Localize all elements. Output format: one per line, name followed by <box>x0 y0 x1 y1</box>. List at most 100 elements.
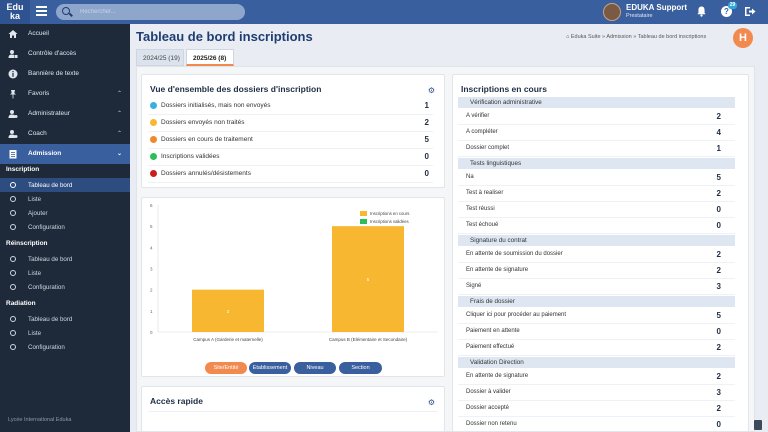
sub-reinscription-configuration[interactable]: Configuration <box>0 280 130 294</box>
sidebar-item-label: Contrôle d'accès <box>28 50 77 57</box>
chart-filter-section-button[interactable]: Section <box>339 362 382 374</box>
sub-inscription-configuration[interactable]: Configuration <box>0 220 130 234</box>
overview-row-label: Dossiers envoyés non traités <box>161 119 245 126</box>
sub-inscription-ajouter[interactable]: Ajouter <box>0 206 130 220</box>
status-row[interactable]: Paiement en attente 0 <box>458 324 735 340</box>
chart-filter-niveau-button[interactable]: Niveau <box>294 362 336 374</box>
cogs-icon[interactable]: ⚙ <box>428 86 435 95</box>
sidebar-item-coach[interactable]: Coach ⌃ <box>0 124 130 144</box>
sub-radiation-configuration[interactable]: Configuration <box>0 340 130 354</box>
help-bubble-button[interactable]: H <box>733 28 753 48</box>
breadcrumb[interactable]: ⌂ Eduka Suite » Admission » Tableau de b… <box>566 34 706 40</box>
sub-radiation-tableau[interactable]: Tableau de bord <box>0 312 130 326</box>
inscriptions-title: Inscriptions en cours <box>461 84 547 94</box>
chart-filter-etablissement-button[interactable]: Etablissement <box>249 362 291 374</box>
status-row[interactable]: Cliquer ici pour procéder au paiement 5 <box>458 308 735 324</box>
user-cog-icon <box>8 130 18 138</box>
calculator-icon[interactable] <box>754 420 762 430</box>
y-tick-label: 0 <box>150 330 153 335</box>
help-badge: 29 <box>728 2 737 9</box>
status-row[interactable]: Test à realiser 2 <box>458 186 735 202</box>
status-row[interactable]: Na 5 <box>458 170 735 186</box>
status-row[interactable]: Dossier complet 1 <box>458 141 735 157</box>
sub-label: Liste <box>28 329 42 337</box>
sidebar-item-label: Coach <box>28 130 47 137</box>
status-row-label: Test à realiser <box>466 190 504 196</box>
user-cog-icon <box>8 110 18 118</box>
y-tick-label: 6 <box>150 203 153 208</box>
search-input[interactable] <box>80 6 240 18</box>
pin-icon <box>10 90 16 99</box>
overview-row[interactable]: Dossiers en cours de traitement 5 <box>148 132 433 149</box>
chart-filter-site-button[interactable]: Site/Entité <box>205 362 247 374</box>
bell-icon[interactable] <box>697 6 706 17</box>
status-row[interactable]: Dossier à valider 3 <box>458 385 735 401</box>
overview-row[interactable]: Inscriptions validées 0 <box>148 149 433 166</box>
status-row-label: Dossier non retenu <box>466 421 517 427</box>
status-row[interactable]: A vérifier 2 <box>458 109 735 125</box>
logout-icon[interactable] <box>744 6 756 17</box>
overview-row-label: Dossiers annulés/désistements <box>161 170 251 177</box>
status-row-value: 4 <box>716 128 721 137</box>
sidebar-item-admission[interactable]: Admission ⌄ <box>0 144 130 164</box>
status-row[interactable]: Dossier non retenu 0 <box>458 417 735 432</box>
status-row-label: Dossier accepté <box>466 405 510 411</box>
sub-inscription-tableau[interactable]: Tableau de bord <box>0 178 130 192</box>
eduka-logo[interactable]: Edu ka <box>0 0 30 24</box>
sub-reinscription-liste[interactable]: Liste <box>0 266 130 280</box>
menu-toggle-icon[interactable] <box>36 6 47 16</box>
tab-2024-25[interactable]: 2024/25 (19) <box>136 49 184 66</box>
status-row[interactable]: A compléter 4 <box>458 125 735 141</box>
status-row-value: 1 <box>716 144 721 153</box>
status-row[interactable]: En attente de signature 2 <box>458 369 735 385</box>
user-avatar[interactable] <box>603 3 621 21</box>
overview-row[interactable]: Dossiers envoyés non traités 2 <box>148 115 433 132</box>
quick-access-title: Accès rapide <box>150 396 203 406</box>
y-tick-label: 1 <box>150 309 153 314</box>
status-row-label: Na <box>466 174 474 180</box>
sidebar-item-administrateur[interactable]: Administrateur ⌃ <box>0 104 130 124</box>
status-row[interactable]: En attente de signature 2 <box>458 263 735 279</box>
status-row[interactable]: Signé 3 <box>458 279 735 295</box>
y-tick-label: 2 <box>150 288 153 293</box>
sub-reinscription-tableau[interactable]: Tableau de bord <box>0 252 130 266</box>
status-dot-yellow <box>150 119 157 126</box>
user-name[interactable]: EDUKA Support <box>626 3 687 12</box>
status-row[interactable]: Test échoué 0 <box>458 218 735 234</box>
status-row-value: 2 <box>716 372 721 381</box>
sidebar-item-controle-acces[interactable]: Contrôle d'accès <box>0 44 130 64</box>
sidebar-item-banniere[interactable]: Bannière de texte <box>0 64 130 84</box>
status-row[interactable]: Test réussi 0 <box>458 202 735 218</box>
status-row[interactable]: En attente de soumission du dossier 2 <box>458 247 735 263</box>
y-tick-label: 5 <box>150 224 153 229</box>
status-row-label: En attente de signature <box>466 267 529 273</box>
chevron-up-icon: ⌃ <box>116 131 122 137</box>
group-header: Frais de dossier <box>458 296 735 307</box>
legend-label: Inscriptions validées <box>370 219 409 224</box>
help-icon[interactable]: ? 29 <box>721 2 737 17</box>
group-header: Tests linguistiques <box>458 158 735 169</box>
overview-row[interactable]: Dossiers annulés/désistements 0 <box>148 166 433 183</box>
group-header: Validation Direction <box>458 357 735 368</box>
overview-row[interactable]: Dossiers initialisés, mais non envoyés 1 <box>148 98 433 115</box>
status-row-value: 5 <box>716 311 721 320</box>
status-row-value: 3 <box>716 388 721 397</box>
tab-2025-26[interactable]: 2025/26 (8) <box>186 49 234 66</box>
section-radiation: Radiation <box>6 300 36 307</box>
clipboard-icon <box>9 150 17 159</box>
legend-swatch <box>360 219 367 224</box>
sidebar-item-accueil[interactable]: Accueil <box>0 24 130 44</box>
status-row[interactable]: Dossier accepté 2 <box>458 401 735 417</box>
legend-swatch <box>360 211 367 216</box>
sub-radiation-liste[interactable]: Liste <box>0 326 130 340</box>
cogs-icon[interactable]: ⚙ <box>428 398 435 407</box>
status-row-label: Paiement effectué <box>466 344 515 350</box>
chevron-up-icon: ⌃ <box>116 91 122 97</box>
sub-label: Tableau de bord <box>28 315 73 323</box>
sidebar-item-favoris[interactable]: Favoris ⌃ <box>0 84 130 104</box>
registrations-bar-chart: 01234562Campus A (Garderie et maternelle… <box>150 203 438 342</box>
sub-inscription-liste[interactable]: Liste <box>0 192 130 206</box>
scrollbar[interactable] <box>758 66 768 432</box>
status-row-value: 0 <box>716 205 721 214</box>
status-row[interactable]: Paiement effectué 2 <box>458 340 735 356</box>
